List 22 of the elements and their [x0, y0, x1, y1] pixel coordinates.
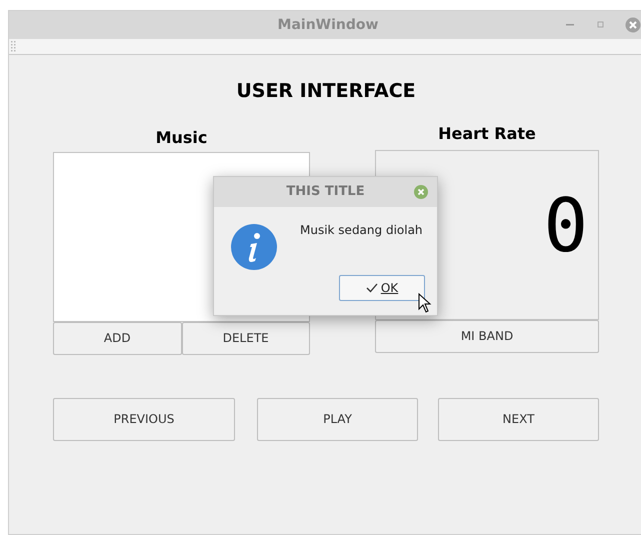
minimize-icon[interactable]	[566, 24, 574, 26]
lcd-digit: 0	[543, 188, 588, 262]
grip-icon[interactable]	[11, 41, 17, 52]
maximize-icon[interactable]	[597, 21, 604, 28]
mi-band-button[interactable]: MI BAND	[375, 320, 599, 352]
add-button[interactable]: ADD	[53, 322, 182, 354]
previous-button[interactable]: PREVIOUS	[53, 398, 235, 440]
close-icon[interactable]	[625, 17, 641, 33]
info-icon	[231, 224, 277, 270]
play-button[interactable]: PLAY	[257, 398, 418, 440]
next-button[interactable]: NEXT	[438, 398, 599, 440]
ok-button[interactable]: OK	[339, 275, 425, 301]
page-heading: USER INTERFACE	[236, 79, 416, 104]
cursor-icon	[418, 293, 432, 313]
window-title: MainWindow	[278, 16, 378, 34]
dialog-message: Musik sedang diolah	[300, 222, 423, 239]
check-icon	[366, 283, 378, 293]
section-label: Music	[156, 126, 208, 148]
delete-button[interactable]: DELETE	[182, 322, 310, 354]
dialog-title: THIS TITLE	[286, 183, 365, 202]
section-label: Heart Rate	[438, 122, 536, 144]
close-icon[interactable]	[414, 185, 428, 199]
